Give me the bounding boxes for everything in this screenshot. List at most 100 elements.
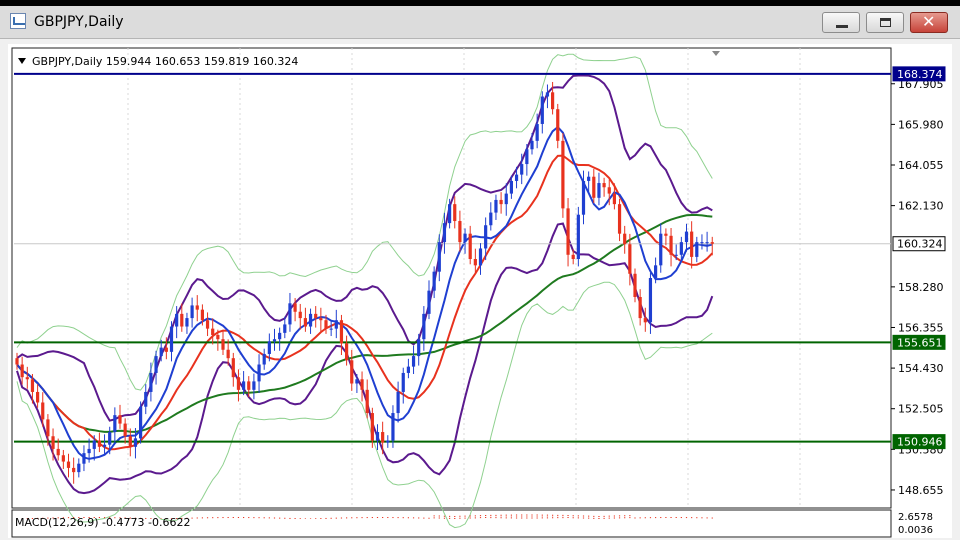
candle-body: [216, 334, 220, 340]
candle-body: [36, 391, 40, 403]
maximize-button[interactable]: [866, 12, 904, 33]
candle-body: [695, 242, 699, 257]
candle-body: [113, 415, 117, 433]
candle-body: [102, 444, 107, 447]
candle-body: [617, 204, 622, 234]
candle-body: [417, 339, 421, 357]
terminal-window: GBPJPY,Daily ✕ 167.905 165.980 164.055 162.…: [0, 6, 960, 540]
candle-body: [128, 436, 132, 447]
candle-body: [190, 305, 194, 319]
candle-body: [360, 379, 364, 390]
candle-body: [92, 440, 96, 449]
candle-body: [72, 467, 76, 473]
candle-body: [442, 223, 447, 243]
candle-body: [375, 432, 380, 441]
symbol-info: GBPJPY,Daily 159.944 160.653 159.819 160…: [32, 55, 298, 68]
candle-body: [566, 208, 570, 255]
candle-body: [674, 254, 678, 256]
price-chart[interactable]: 167.905165.980164.055162.130158.280156.3…: [8, 44, 952, 538]
candle-body: [41, 402, 45, 420]
candle-body: [607, 187, 611, 194]
candle-body: [175, 313, 179, 327]
candle-body: [298, 311, 302, 319]
candle-body: [520, 164, 524, 175]
candle-body: [20, 364, 24, 378]
price-tick-label: 165.980: [898, 118, 944, 131]
candle-body: [205, 320, 210, 329]
candle-body: [509, 180, 513, 194]
candle-body: [463, 233, 467, 243]
price-tick-label: 162.130: [898, 200, 944, 213]
chart-background: [8, 44, 952, 538]
candle-body: [551, 92, 555, 110]
candle-body: [654, 265, 658, 278]
candle-body: [638, 296, 642, 319]
macd-tick-label: 2.6578: [898, 512, 933, 523]
candle-body: [350, 360, 354, 384]
candle-body: [242, 381, 246, 390]
candle-body: [365, 389, 369, 414]
candle-body: [453, 204, 457, 222]
candle-body: [314, 313, 318, 319]
candle-body: [308, 313, 313, 327]
price-tick-label: 148.655: [898, 484, 944, 497]
minimize-button[interactable]: [822, 12, 860, 33]
minimize-icon: [836, 25, 848, 28]
candle-body: [231, 358, 235, 378]
candle-body: [25, 377, 29, 380]
candle-body: [690, 231, 694, 257]
candle-body: [226, 349, 230, 359]
candle-body: [602, 183, 606, 188]
candle-body: [386, 440, 390, 443]
candle-body: [180, 313, 184, 327]
price-marker-label: 150.946: [897, 436, 943, 449]
candle-body: [324, 320, 328, 329]
candle-body: [87, 448, 91, 454]
candle-body: [396, 391, 400, 414]
candle-body: [592, 176, 596, 198]
candle-body: [61, 455, 65, 462]
indicator-label: MACD(12,26,9) -0.4773 -0.6622: [15, 516, 190, 529]
candle-body: [247, 381, 251, 390]
candle-body: [211, 328, 215, 335]
candle-body: [448, 204, 452, 224]
candle-body: [381, 432, 385, 443]
candle-body: [556, 109, 560, 141]
candle-body: [561, 140, 565, 209]
candle-body: [576, 214, 580, 260]
candle-body: [51, 436, 55, 449]
candle-body: [66, 461, 71, 468]
candle-body: [144, 391, 148, 407]
price-tick-label: 164.055: [898, 159, 944, 172]
candle-body: [514, 174, 519, 181]
price-marker-label: 168.374: [897, 68, 943, 81]
title-bar[interactable]: GBPJPY,Daily ✕: [0, 6, 960, 39]
close-button[interactable]: ✕: [910, 12, 948, 33]
candle-body: [494, 199, 498, 213]
maximize-icon: [880, 18, 891, 27]
candle-body: [334, 320, 338, 329]
candle-body: [684, 231, 689, 243]
price-marker-label: 155.651: [897, 336, 943, 349]
candle-body: [587, 176, 591, 181]
candle-body: [293, 303, 297, 312]
candle-body: [339, 320, 344, 344]
candle-body: [581, 180, 586, 215]
price-tick-label: 154.430: [898, 362, 944, 375]
candle-body: [56, 448, 60, 456]
candle-body: [427, 290, 431, 314]
price-tick-label: 158.280: [898, 281, 944, 294]
candle-body: [406, 366, 410, 373]
candle-body: [82, 453, 86, 464]
candle-body: [154, 356, 158, 373]
candle-body: [473, 259, 477, 266]
candle-body: [597, 183, 601, 198]
candle-body: [489, 212, 493, 226]
candle-body: [499, 199, 503, 205]
candle-body: [535, 123, 539, 141]
candle-body: [633, 273, 637, 297]
candle-body: [710, 242, 714, 244]
candle-body: [401, 372, 405, 392]
close-icon: ✕: [922, 12, 936, 31]
candle-body: [200, 309, 204, 321]
